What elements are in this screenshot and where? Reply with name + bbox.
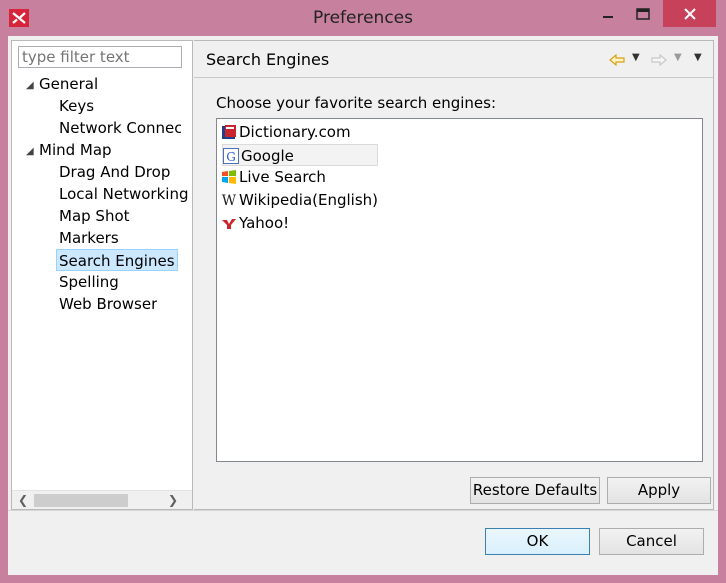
scrollbar-thumb[interactable] <box>34 494 128 507</box>
yahoo-icon <box>222 219 236 229</box>
back-history-dropdown-icon[interactable]: ▼ <box>632 52 640 63</box>
view-menu-icon[interactable]: ▼ <box>694 52 702 63</box>
windows-icon <box>222 170 236 184</box>
preference-tree-panel: ◢ General Keys Network Connections ◢ Min… <box>11 40 193 510</box>
engine-label: Wikipedia(English) <box>239 191 379 209</box>
tree-horizontal-scrollbar[interactable]: ❮ ❯ <box>12 490 192 509</box>
tree-item-local-networking[interactable]: Local Networking <box>59 183 189 205</box>
tree-item-network-connections[interactable]: Network Connections <box>59 117 181 139</box>
forward-history-dropdown-icon[interactable]: ▼ <box>674 52 682 63</box>
list-item-live-search[interactable]: Live Search <box>221 166 326 188</box>
google-icon: G <box>223 148 239 164</box>
dialog-body: ◢ General Keys Network Connections ◢ Min… <box>8 36 718 575</box>
engine-label: Live Search <box>239 168 326 186</box>
search-engines-list[interactable]: Dictionary.com G Google Live Search W Wi… <box>216 118 703 462</box>
svg-text:G: G <box>226 150 236 164</box>
filter-input[interactable] <box>18 46 182 68</box>
maximize-icon <box>636 8 650 20</box>
preference-page: Search Engines ▼ ▼ ▼ Choose your favorit… <box>194 40 714 510</box>
collapse-general-icon[interactable]: ◢ <box>26 80 34 91</box>
tree-item-keys[interactable]: Keys <box>59 95 94 117</box>
close-icon <box>683 7 696 20</box>
scroll-right-icon[interactable]: ❯ <box>164 491 182 509</box>
close-button[interactable] <box>663 0 716 27</box>
tree-item-map-shot[interactable]: Map Shot <box>59 205 130 227</box>
restore-defaults-button[interactable]: Restore Defaults <box>470 477 600 504</box>
back-arrow-icon[interactable] <box>609 54 625 66</box>
engine-label: Yahoo! <box>239 214 290 232</box>
page-header: Search Engines ▼ ▼ ▼ <box>194 41 713 78</box>
dictionary-icon <box>222 125 236 139</box>
button-bar-separator <box>8 510 718 511</box>
tree-item-spelling[interactable]: Spelling <box>59 271 119 293</box>
engine-label: Dictionary.com <box>239 123 351 141</box>
collapse-mind-map-icon[interactable]: ◢ <box>26 146 34 157</box>
title-bar[interactable]: Preferences <box>0 0 726 36</box>
tree-item-mind-map[interactable]: Mind Map <box>39 139 112 161</box>
maximize-button[interactable] <box>628 0 658 28</box>
list-item-yahoo[interactable]: Yahoo! <box>221 212 289 234</box>
forward-arrow-icon[interactable] <box>651 54 667 66</box>
page-description: Choose your favorite search engines: <box>216 94 497 112</box>
tree-item-drag-and-drop[interactable]: Drag And Drop <box>59 161 170 183</box>
list-item-google[interactable]: G Google <box>222 144 378 166</box>
svg-text:W: W <box>222 193 237 208</box>
scroll-left-icon[interactable]: ❮ <box>14 491 32 509</box>
list-item-wikipedia[interactable]: W Wikipedia(English) <box>221 189 378 211</box>
ok-button[interactable]: OK <box>485 528 590 555</box>
cancel-button[interactable]: Cancel <box>599 528 704 555</box>
page-title: Search Engines <box>206 50 330 69</box>
list-item-dictionary[interactable]: Dictionary.com <box>221 121 351 143</box>
engine-label: Google <box>241 147 294 165</box>
minimize-button[interactable] <box>588 0 628 28</box>
tree-item-search-engines[interactable]: Search Engines <box>56 249 178 271</box>
tree-item-general[interactable]: General <box>39 73 98 95</box>
apply-button[interactable]: Apply <box>607 477 711 504</box>
preferences-window: Preferences ◢ General Keys Network Conne… <box>0 0 726 583</box>
tree-item-web-browser[interactable]: Web Browser <box>59 293 157 315</box>
tree-item-markers[interactable]: Markers <box>59 227 119 249</box>
wikipedia-icon: W <box>222 193 237 208</box>
minimize-icon <box>603 16 613 18</box>
